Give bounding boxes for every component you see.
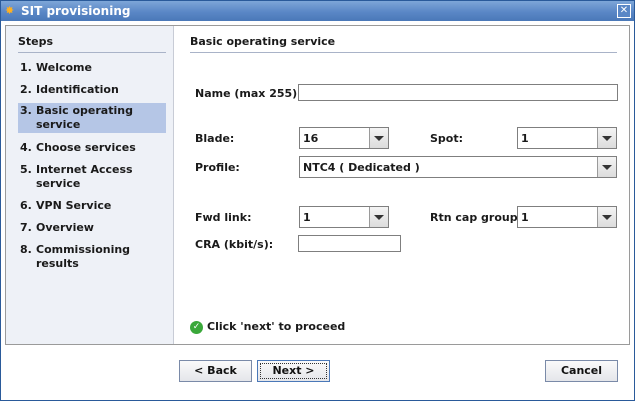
step-vpn-service: 6. VPN Service [18, 198, 166, 214]
step-identification: 2. Identification [18, 82, 166, 98]
next-button-label: Next > [258, 361, 329, 381]
steps-title: Steps [18, 35, 166, 53]
step-label: VPN Service [36, 199, 112, 212]
main-panel: Basic operating service Name (max 255): … [174, 26, 629, 344]
step-label: Basic operating service [36, 104, 133, 131]
chevron-down-icon[interactable] [597, 128, 616, 148]
step-label: Overview [36, 221, 94, 234]
step-number: 3. [20, 104, 32, 117]
rtn-cap-group-combo[interactable]: 1 [517, 206, 617, 228]
wizard-content: Steps 1. Welcome 2. Identification 3. Basic… [5, 25, 630, 345]
spot-label: Spot: [430, 132, 464, 145]
page-title: Basic operating service [190, 35, 617, 53]
hint-text: Click 'next' to proceed [207, 320, 346, 333]
step-commissioning-results: 8. Commissioning results [18, 242, 166, 272]
cra-input[interactable] [298, 235, 401, 252]
cra-label: CRA (kbit/s): [195, 238, 274, 251]
step-label: Identification [36, 83, 119, 96]
step-label: Welcome [36, 61, 92, 74]
step-number: 4. [20, 141, 32, 154]
spot-combo[interactable]: 1 [517, 127, 617, 149]
spot-value: 1 [521, 132, 529, 145]
step-label: Commissioning results [36, 243, 131, 270]
window-title: SIT provisioning [21, 4, 131, 18]
rtn-cap-group-label: Rtn cap group: [430, 211, 522, 224]
profile-value: NTC4 ( Dedicated ) [303, 161, 420, 174]
name-input[interactable] [298, 84, 618, 101]
proceed-hint: ✓ Click 'next' to proceed [190, 320, 345, 334]
name-label: Name (max 255): [195, 87, 302, 100]
step-number: 1. [20, 61, 32, 74]
step-label: Choose services [36, 141, 136, 154]
step-basic-operating-service: 3. Basic operating service [18, 103, 166, 133]
back-button[interactable]: < Back [179, 360, 252, 382]
step-number: 5. [20, 163, 32, 176]
step-choose-services: 4. Choose services [18, 140, 166, 156]
rtn-cap-group-value: 1 [521, 211, 529, 224]
cancel-button[interactable]: Cancel [545, 360, 618, 382]
fwd-link-combo[interactable]: 1 [299, 206, 389, 228]
step-number: 6. [20, 199, 32, 212]
check-circle-icon: ✓ [190, 320, 203, 334]
step-label: Internet Access service [36, 163, 133, 190]
chevron-down-icon[interactable] [369, 128, 388, 148]
steps-sidebar: Steps 1. Welcome 2. Identification 3. Basic… [6, 26, 174, 344]
blade-label: Blade: [195, 132, 235, 145]
fwd-link-value: 1 [303, 211, 311, 224]
step-welcome: 1. Welcome [18, 60, 166, 76]
blade-value: 16 [303, 132, 319, 145]
profile-label: Profile: [195, 161, 240, 174]
step-number: 7. [20, 221, 32, 234]
step-internet-access-service: 5. Internet Access service [18, 162, 166, 192]
step-number: 8. [20, 243, 32, 256]
star-icon: ✸ [5, 4, 15, 17]
chevron-down-icon[interactable] [597, 207, 616, 227]
step-number: 2. [20, 83, 32, 96]
next-button[interactable]: Next > [257, 360, 330, 382]
profile-combo[interactable]: NTC4 ( Dedicated ) [299, 156, 617, 178]
title-bar[interactable]: ✸ SIT provisioning ✕ [1, 1, 634, 21]
chevron-down-icon[interactable] [369, 207, 388, 227]
blade-combo[interactable]: 16 [299, 127, 389, 149]
chevron-down-icon[interactable] [597, 157, 616, 177]
wizard-window: ✸ SIT provisioning ✕ Steps 1. Welcome 2. I… [0, 0, 635, 401]
fwd-link-label: Fwd link: [195, 211, 252, 224]
step-overview: 7. Overview [18, 220, 166, 236]
close-button[interactable]: ✕ [617, 4, 631, 18]
